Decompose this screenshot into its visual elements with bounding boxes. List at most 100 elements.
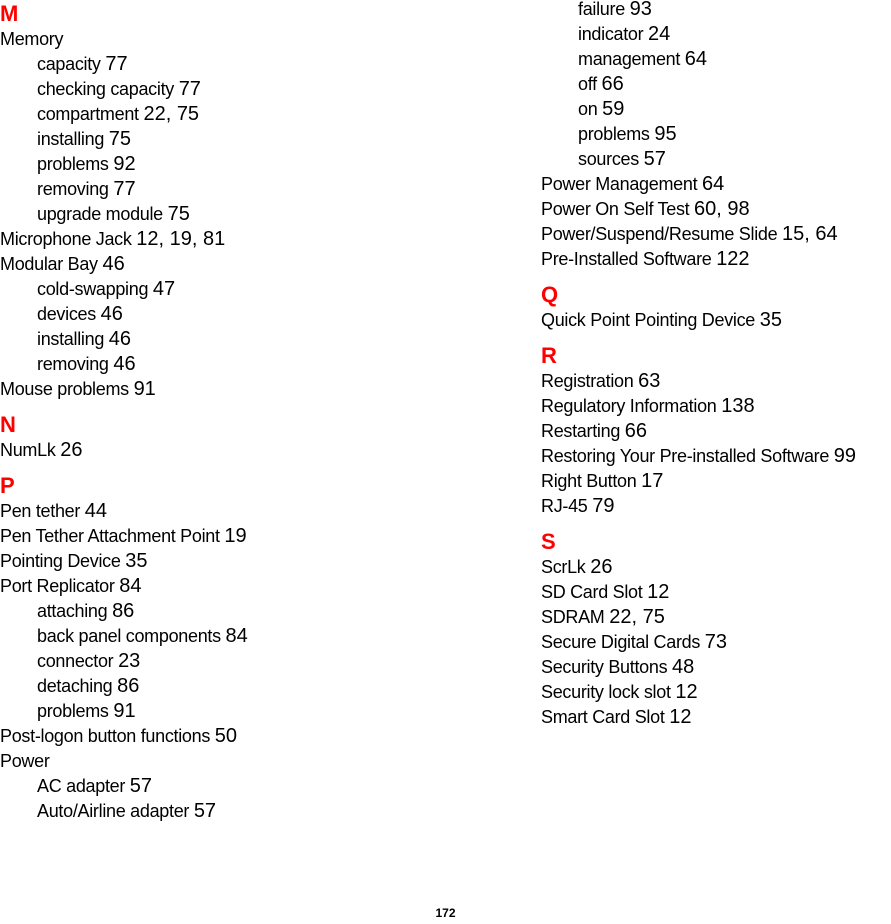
index-term: sources (578, 149, 639, 169)
index-term: Regulatory Information (541, 396, 717, 416)
page-reference-link[interactable]: 22, 75 (609, 606, 665, 628)
index-term: installing (37, 329, 105, 349)
section-letter-s: S (541, 529, 556, 554)
page-reference-link[interactable]: 75 (168, 203, 190, 225)
page-reference-link[interactable]: 63 (638, 370, 660, 392)
page-reference-link[interactable]: 12 (647, 581, 669, 603)
index-subentry: compartment 22, 75 (0, 102, 520, 127)
section-letter-n: N (0, 412, 16, 437)
index-term: on (578, 99, 598, 119)
index-subentry: back panel components 84 (0, 624, 520, 649)
page-reference-link[interactable]: 77 (105, 53, 127, 75)
index-term: Memory (0, 29, 64, 49)
index-subentry: problems 92 (0, 152, 520, 177)
index-term: Smart Card Slot (541, 707, 665, 727)
page-reference-link[interactable]: 91 (113, 700, 135, 722)
page-reference-link[interactable]: 84 (226, 625, 248, 647)
page-reference-link[interactable]: 59 (602, 98, 624, 120)
index-term: detaching (37, 676, 113, 696)
index-term: SD Card Slot (541, 582, 643, 602)
index-entry: Secure Digital Cards 73 (541, 630, 891, 655)
page-reference-link[interactable]: 99 (834, 445, 856, 467)
index-entry: Registration 63 (541, 369, 891, 394)
page-reference-link[interactable]: 66 (625, 420, 647, 442)
page-reference-link[interactable]: 79 (592, 495, 614, 517)
page-reference-link[interactable]: 46 (101, 303, 123, 325)
page-reference-link[interactable]: 12 (675, 681, 697, 703)
page-reference-link[interactable]: 35 (760, 309, 782, 331)
page-reference-link[interactable]: 17 (641, 470, 663, 492)
page-reference-link[interactable]: 75 (109, 128, 131, 150)
page-reference-link[interactable]: 46 (109, 328, 131, 350)
index-entry: Pointing Device 35 (0, 549, 520, 574)
index-subentry: capacity 77 (0, 52, 520, 77)
index-term: Post-logon button functions (0, 726, 211, 746)
page-reference-link[interactable]: 138 (721, 395, 754, 417)
page-reference-link[interactable]: 22, 75 (143, 103, 199, 125)
page-reference-link[interactable]: 44 (85, 500, 107, 522)
index-entry: RJ-45 79 (541, 494, 891, 519)
index-term: Secure Digital Cards (541, 632, 701, 652)
index-term: Pointing Device (0, 551, 121, 571)
index-term: Port Replicator (0, 576, 115, 596)
page-reference-link[interactable]: 15, 64 (782, 223, 838, 245)
page-reference-link[interactable]: 86 (112, 600, 134, 622)
index-term: Power/Suspend/Resume Slide (541, 224, 778, 244)
page-reference-link[interactable]: 60, 98 (694, 198, 750, 220)
index-term: failure (578, 0, 625, 19)
index-subentry: removing 46 (0, 352, 520, 377)
page-reference-link[interactable]: 47 (153, 278, 175, 300)
index-term: Power Management (541, 174, 698, 194)
page-reference-link[interactable]: 73 (705, 631, 727, 653)
page-reference-link[interactable]: 57 (130, 775, 152, 797)
page-reference-link[interactable]: 95 (654, 123, 676, 145)
index-subentry: Auto/Airline adapter 57 (0, 799, 520, 824)
index-term: Security Buttons (541, 657, 668, 677)
page-reference-link[interactable]: 23 (118, 650, 140, 672)
index-entry: Power On Self Test 60, 98 (541, 197, 891, 222)
index-term: back panel components (37, 626, 221, 646)
index-term: compartment (37, 104, 139, 124)
index-subentry: upgrade module 75 (0, 202, 520, 227)
page-reference-link[interactable]: 57 (644, 148, 666, 170)
index-entry: Regulatory Information 138 (541, 394, 891, 419)
index-entry: Pen tether 44 (0, 499, 520, 524)
index-term: Power (0, 751, 50, 771)
index-subentry: attaching 86 (0, 599, 520, 624)
page-reference-link[interactable]: 64 (702, 173, 724, 195)
index-entry: SD Card Slot 12 (541, 580, 891, 605)
page-reference-link[interactable]: 12 (669, 706, 691, 728)
page-reference-link[interactable]: 92 (113, 153, 135, 175)
index-entry: Port Replicator 84 (0, 574, 520, 599)
page-reference-link[interactable]: 122 (716, 248, 749, 270)
page-reference-link[interactable]: 93 (630, 0, 652, 20)
index-subentry: devices 46 (0, 302, 520, 327)
page-reference-link[interactable]: 46 (113, 353, 135, 375)
page-reference-link[interactable]: 48 (672, 656, 694, 678)
page-reference-link[interactable]: 26 (60, 439, 82, 461)
index-term: NumLk (0, 440, 56, 460)
page-reference-link[interactable]: 46 (102, 253, 124, 275)
page-reference-link[interactable]: 84 (119, 575, 141, 597)
page-reference-link[interactable]: 19 (224, 525, 246, 547)
page-reference-link[interactable]: 77 (179, 78, 201, 100)
index-term: problems (37, 154, 109, 174)
page-reference-link[interactable]: 50 (215, 725, 237, 747)
page-reference-link[interactable]: 35 (125, 550, 147, 572)
page-reference-link[interactable]: 57 (194, 800, 216, 822)
index-term: Registration (541, 371, 634, 391)
page-reference-link[interactable]: 26 (590, 556, 612, 578)
index-entry: Power/Suspend/Resume Slide 15, 64 (541, 222, 891, 247)
page-reference-link[interactable]: 12, 19, 81 (136, 228, 225, 250)
index-term: upgrade module (37, 204, 163, 224)
index-entry: Modular Bay 46 (0, 252, 520, 277)
page-reference-link[interactable]: 77 (113, 178, 135, 200)
page-reference-link[interactable]: 64 (685, 48, 707, 70)
page-reference-link[interactable]: 91 (134, 378, 156, 400)
index-entry: NumLk 26 (0, 438, 520, 463)
page-reference-link[interactable]: 86 (117, 675, 139, 697)
page-reference-link[interactable]: 24 (648, 23, 670, 45)
page-reference-link[interactable]: 66 (602, 73, 624, 95)
index-term: Microphone Jack (0, 229, 132, 249)
index-term: Pre-Installed Software (541, 249, 712, 269)
